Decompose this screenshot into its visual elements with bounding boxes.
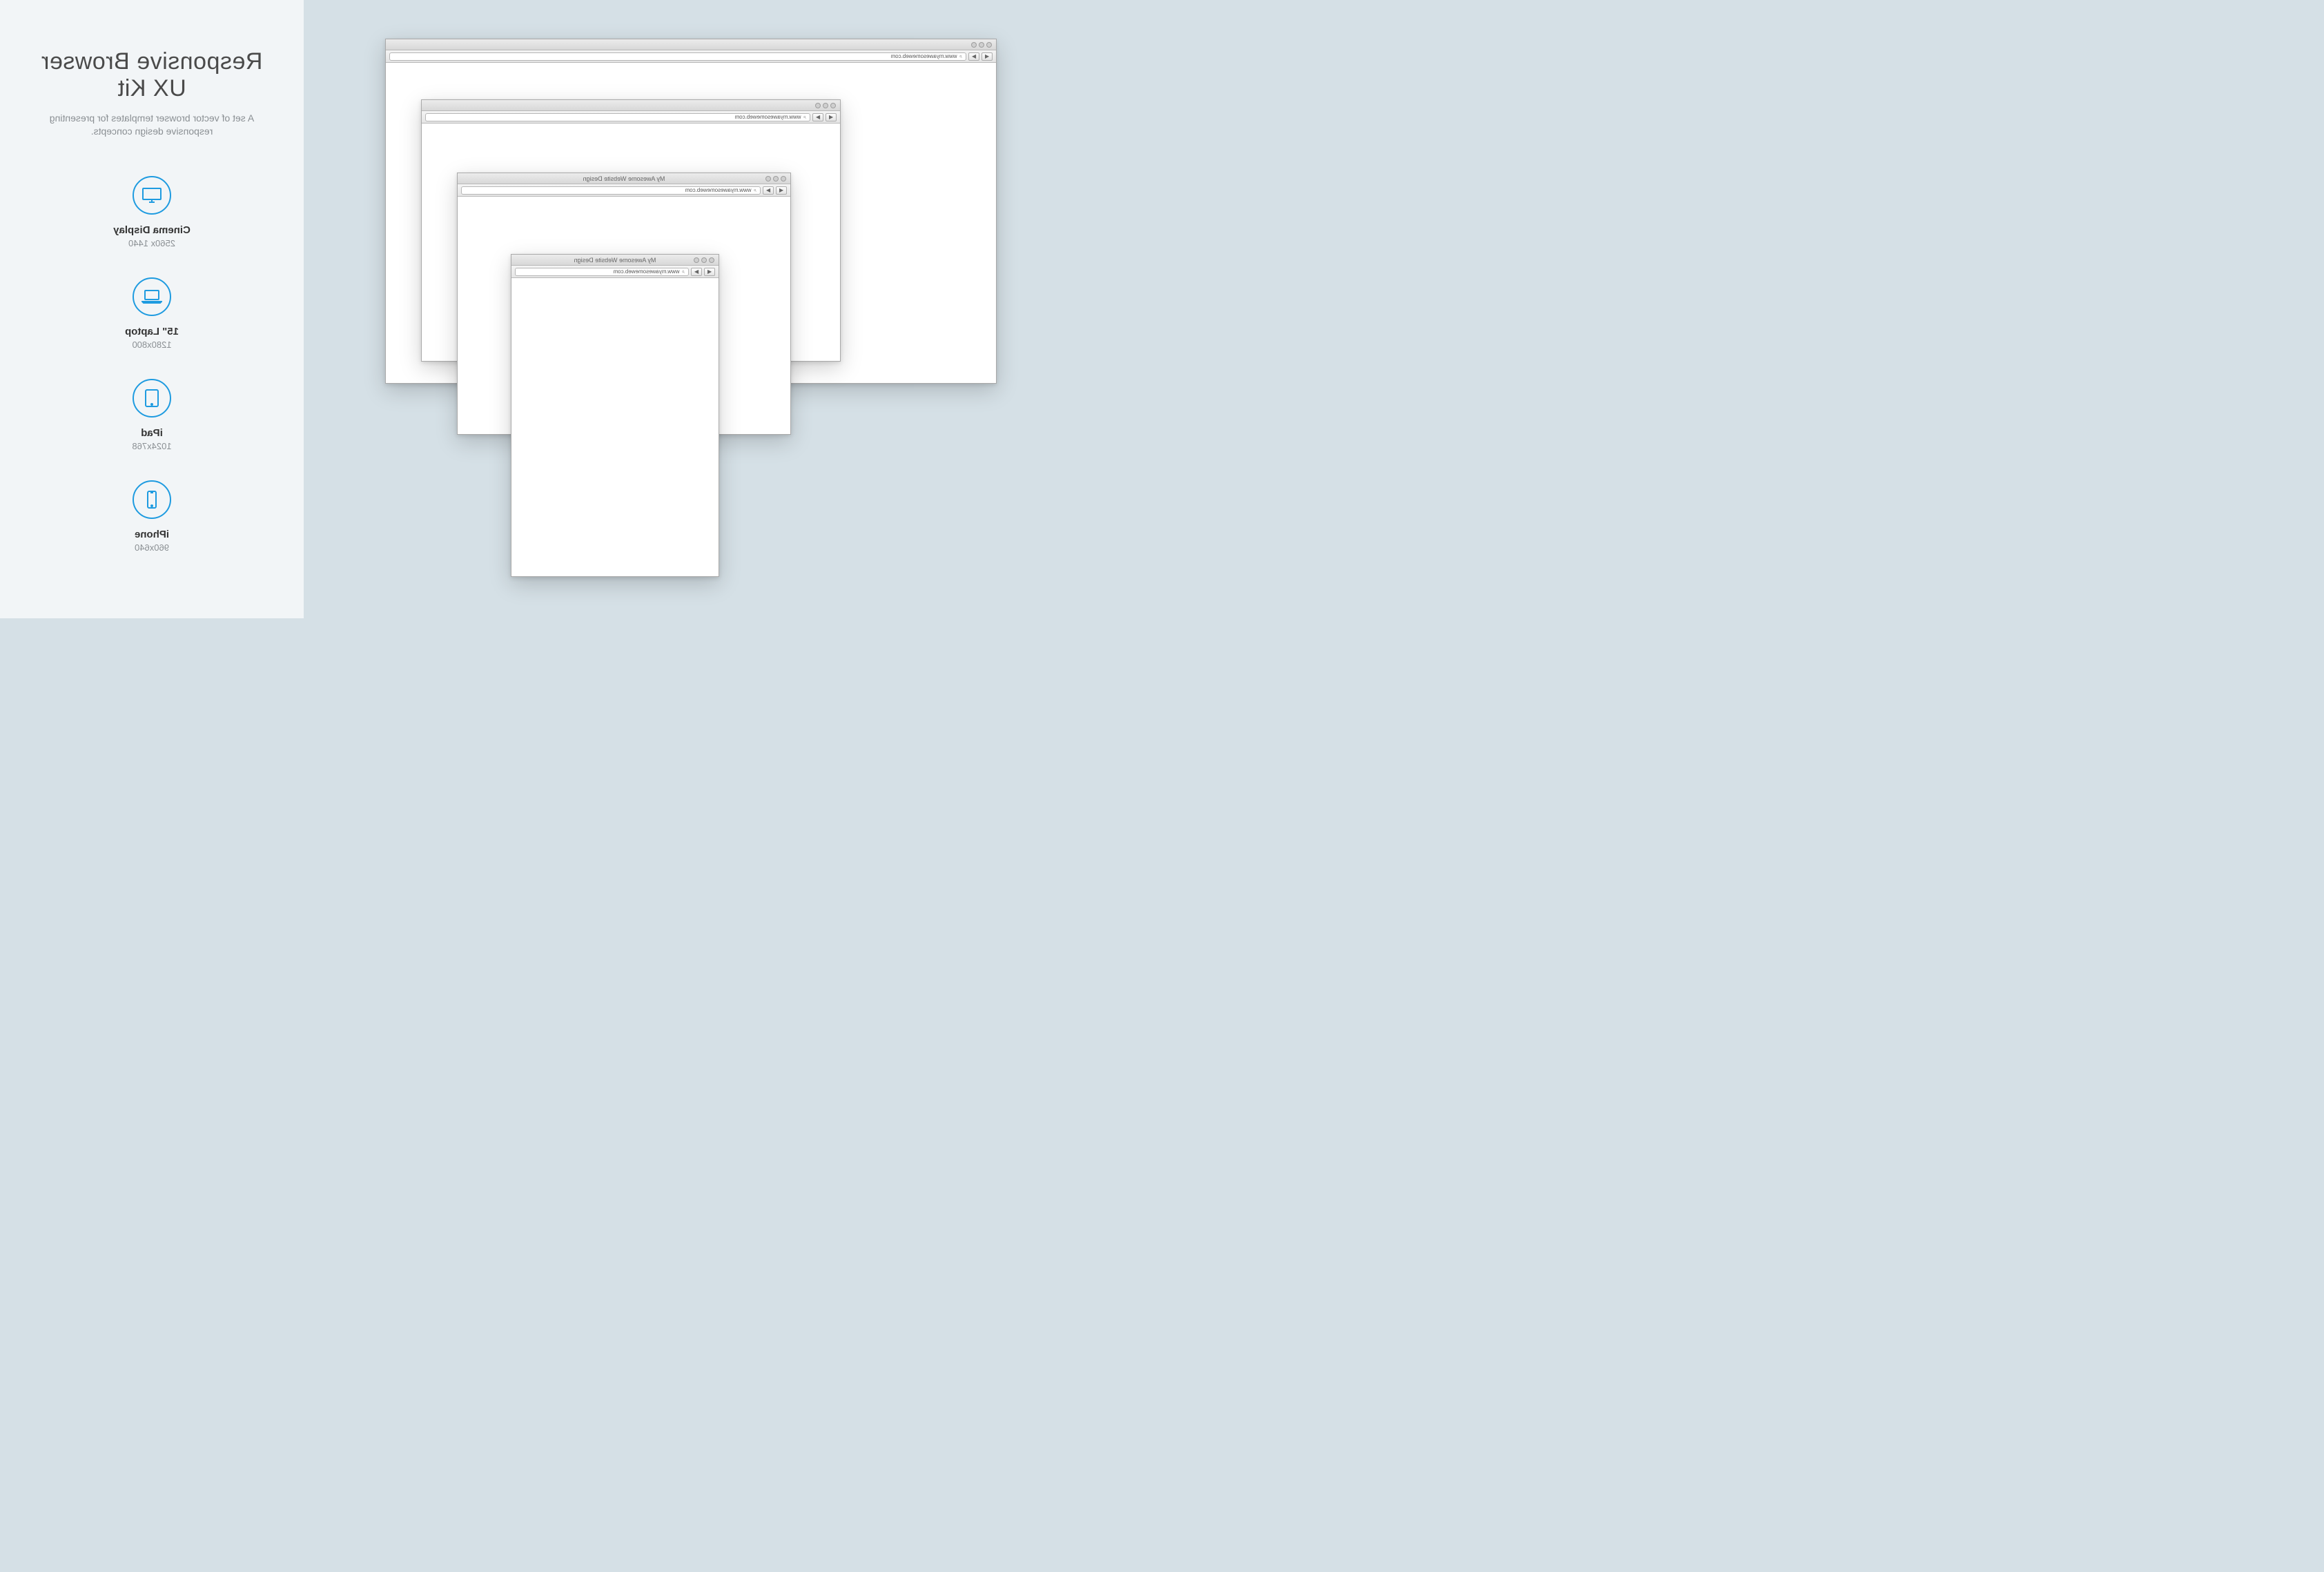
address-bar[interactable]: ⌕ www.myawesomeweb.com bbox=[425, 113, 810, 121]
titlebar: My Awesome Website Design bbox=[458, 173, 790, 184]
page-title: Responsive Browser UX Kit bbox=[28, 48, 276, 102]
back-button[interactable]: ◀ bbox=[982, 52, 993, 61]
mockup-canvas: ◀ ▶ ⌕ www.myawesomeweb.com ◀ ▶ ⌕ bbox=[304, 0, 914, 618]
window-title: My Awesome Website Design bbox=[511, 257, 719, 264]
address-bar[interactable]: ⌕ www.myawesomeweb.com bbox=[389, 52, 966, 61]
titlebar bbox=[422, 100, 840, 111]
search-icon: ⌕ bbox=[959, 53, 962, 60]
back-button[interactable]: ◀ bbox=[704, 268, 715, 276]
back-button[interactable]: ◀ bbox=[776, 186, 787, 195]
device-resolution: 2560x 1440 bbox=[113, 238, 191, 248]
search-icon: ⌕ bbox=[754, 187, 756, 194]
search-icon: ⌕ bbox=[682, 268, 685, 275]
titlebar bbox=[386, 39, 996, 50]
device-cinema: Cinema Display 2560x 1440 bbox=[113, 176, 191, 248]
zoom-icon[interactable] bbox=[815, 103, 821, 108]
address-text: www.myawesomeweb.com bbox=[613, 268, 679, 275]
zoom-icon[interactable] bbox=[971, 42, 977, 48]
device-laptop: 15" Laptop 1280x800 bbox=[125, 277, 179, 350]
address-text: www.myawesomeweb.com bbox=[734, 114, 801, 120]
toolbar: ◀ ▶ ⌕ www.myawesomeweb.com bbox=[422, 111, 840, 124]
close-icon[interactable] bbox=[830, 103, 836, 108]
tablet-icon bbox=[133, 379, 171, 417]
device-name: iPad bbox=[132, 427, 171, 439]
viewport bbox=[511, 278, 719, 576]
monitor-icon bbox=[133, 176, 171, 215]
forward-button[interactable]: ▶ bbox=[691, 268, 702, 276]
minimize-icon[interactable] bbox=[979, 42, 984, 48]
device-iphone: iPhone 960x640 bbox=[133, 480, 171, 553]
device-ipad: iPad 1024x768 bbox=[132, 379, 171, 451]
device-resolution: 1024x768 bbox=[132, 441, 171, 451]
toolbar: ◀ ▶ ⌕ www.myawesomeweb.com bbox=[458, 184, 790, 197]
address-bar[interactable]: ⌕ www.myawesomeweb.com bbox=[515, 268, 689, 276]
device-name: iPhone bbox=[133, 529, 171, 540]
address-text: www.myawesomeweb.com bbox=[890, 53, 957, 59]
browser-window-iphone: My Awesome Website Design ◀ ▶ ⌕ www.myaw… bbox=[511, 254, 719, 577]
device-name: Cinema Display bbox=[113, 224, 191, 236]
device-resolution: 960x640 bbox=[133, 542, 171, 553]
page-subtitle: A set of vector browser templates for pr… bbox=[28, 112, 276, 138]
phone-icon bbox=[133, 480, 171, 519]
back-button[interactable]: ◀ bbox=[826, 113, 837, 121]
titlebar: My Awesome Website Design bbox=[511, 255, 719, 266]
device-list: Cinema Display 2560x 1440 15" Laptop 128… bbox=[28, 176, 276, 553]
search-icon: ⌕ bbox=[803, 114, 806, 121]
toolbar: ◀ ▶ ⌕ www.myawesomeweb.com bbox=[511, 266, 719, 278]
address-text: www.myawesomeweb.com bbox=[685, 187, 751, 193]
address-bar[interactable]: ⌕ www.myawesomeweb.com bbox=[461, 186, 761, 195]
device-resolution: 1280x800 bbox=[125, 340, 179, 350]
info-panel: Responsive Browser UX Kit A set of vecto… bbox=[0, 0, 304, 618]
device-name: 15" Laptop bbox=[125, 326, 179, 337]
forward-button[interactable]: ▶ bbox=[968, 52, 979, 61]
close-icon[interactable] bbox=[986, 42, 992, 48]
minimize-icon[interactable] bbox=[823, 103, 828, 108]
laptop-icon bbox=[133, 277, 171, 316]
window-title: My Awesome Website Design bbox=[458, 175, 790, 182]
forward-button[interactable]: ▶ bbox=[763, 186, 774, 195]
toolbar: ◀ ▶ ⌕ www.myawesomeweb.com bbox=[386, 50, 996, 63]
forward-button[interactable]: ▶ bbox=[812, 113, 823, 121]
